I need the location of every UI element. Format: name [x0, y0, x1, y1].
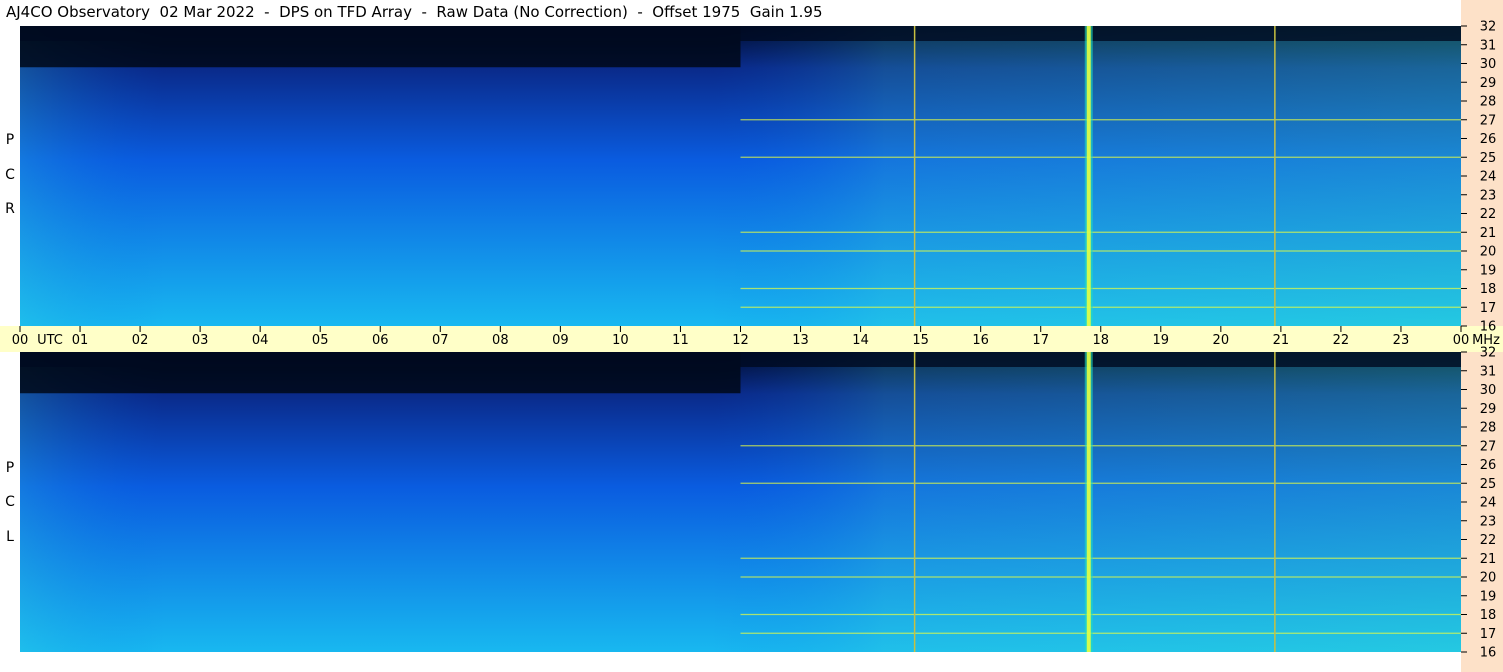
y-tick-label: 21: [1480, 226, 1497, 241]
y-tick-label: 22: [1480, 207, 1497, 222]
x-tick-label: 00: [12, 333, 29, 348]
y-tick-label: 31: [1480, 38, 1497, 53]
x-tick-label: 05: [312, 333, 329, 348]
x-tick-label: 16: [972, 333, 989, 348]
x-tick-label: 01: [72, 333, 89, 348]
y-tick-label: 16: [1480, 646, 1497, 661]
x-tick-label: 02: [132, 333, 149, 348]
y-tick-label: 32: [1480, 20, 1497, 35]
chart-axes: 00 01 02 03 04 05 06 07 08 09 10 11 12 13 14 15 16 17 18 19…: [12, 20, 1500, 661]
x-tick-label: 13: [792, 333, 809, 348]
y-tick-label: 27: [1480, 439, 1497, 454]
x-tick-label: 20: [1213, 333, 1230, 348]
y-tick-label: 19: [1480, 589, 1497, 604]
y-tick-label: 28: [1480, 95, 1497, 110]
x-tick-label: 17: [1032, 333, 1049, 348]
y-tick-label: 22: [1480, 533, 1497, 548]
y-tick-label: 16: [1480, 320, 1497, 335]
y-tick-label: 24: [1480, 496, 1497, 511]
x-tick-label: 19: [1153, 333, 1170, 348]
x-axis-unit-label: UTC: [37, 333, 63, 348]
y-tick-label: 18: [1480, 282, 1497, 297]
x-tick-label: 07: [432, 333, 449, 348]
x-tick-label: 04: [252, 333, 269, 348]
y-tick-label: 29: [1480, 76, 1497, 91]
y-tick-label: 31: [1480, 364, 1497, 379]
y-tick-label: 30: [1480, 57, 1497, 72]
y-tick-label: 21: [1480, 552, 1497, 567]
y-tick-label: 20: [1480, 245, 1497, 260]
x-tick-label: 23: [1393, 333, 1410, 348]
y-tick-label: 32: [1480, 346, 1497, 361]
y-tick-label: 24: [1480, 170, 1497, 185]
x-tick-label: 12: [732, 333, 749, 348]
x-tick-label: 18: [1092, 333, 1109, 348]
y-tick-label: 28: [1480, 421, 1497, 436]
y-tick-label: 19: [1480, 263, 1497, 278]
y-tick-label: 23: [1480, 188, 1497, 203]
x-tick-label: 15: [912, 333, 929, 348]
y-tick-label: 29: [1480, 402, 1497, 417]
x-tick-label: 10: [612, 333, 629, 348]
x-tick-label: 06: [372, 333, 389, 348]
x-tick-label: 22: [1333, 333, 1350, 348]
y-tick-label: 25: [1480, 151, 1497, 166]
y-tick-label: 18: [1480, 608, 1497, 623]
y-tick-label: 17: [1480, 627, 1497, 642]
x-tick-label: 11: [672, 333, 689, 348]
y-tick-label: 26: [1480, 458, 1497, 473]
y-tick-label: 30: [1480, 383, 1497, 398]
y-tick-label: 20: [1480, 571, 1497, 586]
y-tick-label: 26: [1480, 132, 1497, 147]
x-tick-label: 08: [492, 333, 509, 348]
x-tick-label: 14: [852, 333, 869, 348]
y-tick-label: 17: [1480, 301, 1497, 316]
y-tick-label: 27: [1480, 113, 1497, 128]
x-tick-label: 09: [552, 333, 569, 348]
y-tick-label: 23: [1480, 514, 1497, 529]
x-tick-label: 21: [1273, 333, 1290, 348]
x-tick-label: 03: [192, 333, 209, 348]
x-tick-label: 00: [1453, 333, 1470, 348]
y-tick-label: 25: [1480, 477, 1497, 492]
